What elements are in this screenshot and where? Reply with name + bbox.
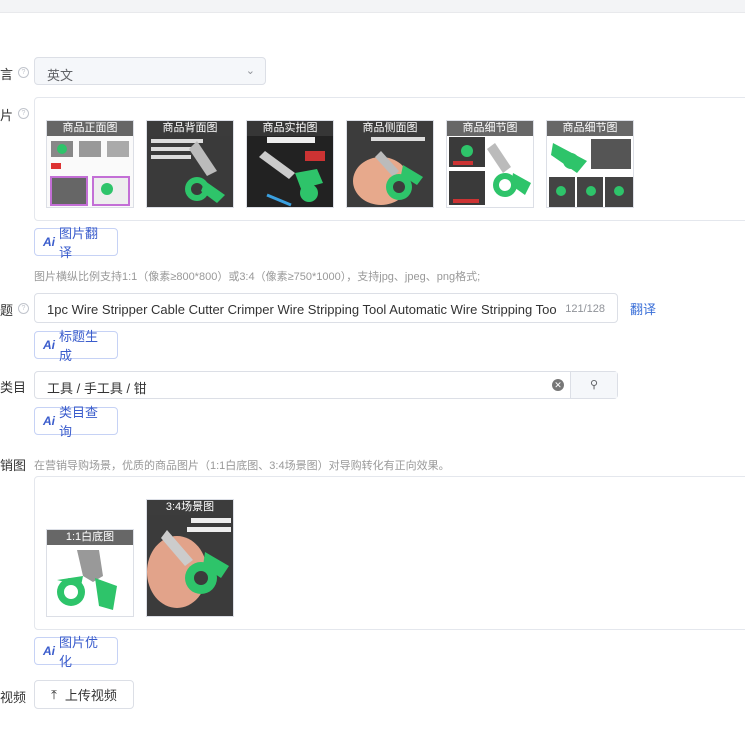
product-image-6[interactable]: 商品细节图 <box>546 120 634 208</box>
help-icon[interactable]: ? <box>18 108 29 119</box>
title-translate-link[interactable]: 翻译 <box>630 299 656 318</box>
title-value: 1pc Wire Stripper Cable Cutter Crimper W… <box>47 302 557 317</box>
ai-icon: Ai <box>43 338 55 352</box>
images-label: 片 <box>0 108 14 123</box>
top-bar <box>0 0 745 13</box>
title-char-count: 121/128 <box>565 303 605 315</box>
product-image-5[interactable]: 商品细节图 <box>446 120 534 208</box>
language-value: 英文 <box>47 68 74 83</box>
chevron-down-icon: ⌄ <box>245 65 255 77</box>
video-label: 视频 <box>0 690 27 705</box>
image-optimize-button[interactable]: Ai 图片优化 <box>34 635 118 669</box>
image-caption: 1:1白底图 <box>47 530 133 545</box>
image-translate-button[interactable]: Ai 图片翻译 <box>34 226 118 260</box>
title-generate-button[interactable]: Ai 标题生成 <box>34 329 118 363</box>
language-select[interactable]: 英文 ⌄ <box>34 57 266 85</box>
product-image-1[interactable]: 商品正面图 <box>46 120 134 208</box>
marketing-image-scene <box>147 500 233 616</box>
clear-icon[interactable]: ✕ <box>552 379 564 391</box>
image-caption: 商品细节图 <box>447 121 533 136</box>
image-caption: 商品细节图 <box>547 121 633 136</box>
title-input[interactable]: 1pc Wire Stripper Cable Cutter Crimper W… <box>34 293 618 323</box>
help-icon[interactable]: ? <box>18 67 29 78</box>
image-caption: 商品背面图 <box>147 121 233 136</box>
product-image-3[interactable]: 商品实拍图 <box>246 120 334 208</box>
category-value: 工具 / 手工具 / 钳 <box>47 381 147 396</box>
image-caption: 商品实拍图 <box>247 121 333 136</box>
category-input[interactable]: 工具 / 手工具 / 钳 ✕ ⚲ <box>34 371 618 399</box>
search-icon: ⚲ <box>589 379 599 391</box>
product-image-4[interactable]: 商品侧面图 <box>346 120 434 208</box>
upload-video-button[interactable]: ⤒ 上传视频 <box>34 680 134 709</box>
language-label: 言 <box>0 67 14 82</box>
marketing-image-2[interactable]: 3:4场景图 <box>146 499 234 617</box>
marketing-images-panel: 1:1白底图 3:4场景图 <box>34 476 745 630</box>
ai-icon: Ai <box>43 414 55 428</box>
category-search-button[interactable]: ⚲ <box>570 372 617 398</box>
category-query-button[interactable]: Ai 类目查询 <box>34 405 118 439</box>
image-caption: 商品侧面图 <box>347 121 433 136</box>
product-images-panel: 商品正面图 商品背面图 商品实拍图 商品侧面图 商品细节图 商品细节图 <box>34 97 745 221</box>
ai-icon: Ai <box>43 644 55 658</box>
marketing-image-1[interactable]: 1:1白底图 <box>46 529 134 617</box>
product-image-2[interactable]: 商品背面图 <box>146 120 234 208</box>
upload-icon: ⤒ <box>51 686 57 702</box>
title-generate-label: 标题生成 <box>59 329 99 363</box>
image-hint: 图片横纵比例支持1:1（像素≥800*800）或3:4（像素≥750*1000）… <box>34 271 481 283</box>
category-label: 类目 <box>0 380 27 395</box>
marketing-hint: 在营销导购场景，优质的商品图片（1:1白底图、3:4场景图）对导购转化有正向效果… <box>34 460 450 472</box>
help-icon[interactable]: ? <box>18 303 29 314</box>
image-caption: 3:4场景图 <box>147 500 233 515</box>
marketing-label: 销图 <box>0 458 27 473</box>
upload-video-label: 上传视频 <box>64 688 117 703</box>
category-query-label: 类目查询 <box>59 405 99 439</box>
image-translate-label: 图片翻译 <box>59 226 99 260</box>
ai-icon: Ai <box>43 235 55 249</box>
image-optimize-label: 图片优化 <box>59 635 99 669</box>
image-caption: 商品正面图 <box>47 121 133 136</box>
title-label: 题 <box>0 303 14 318</box>
